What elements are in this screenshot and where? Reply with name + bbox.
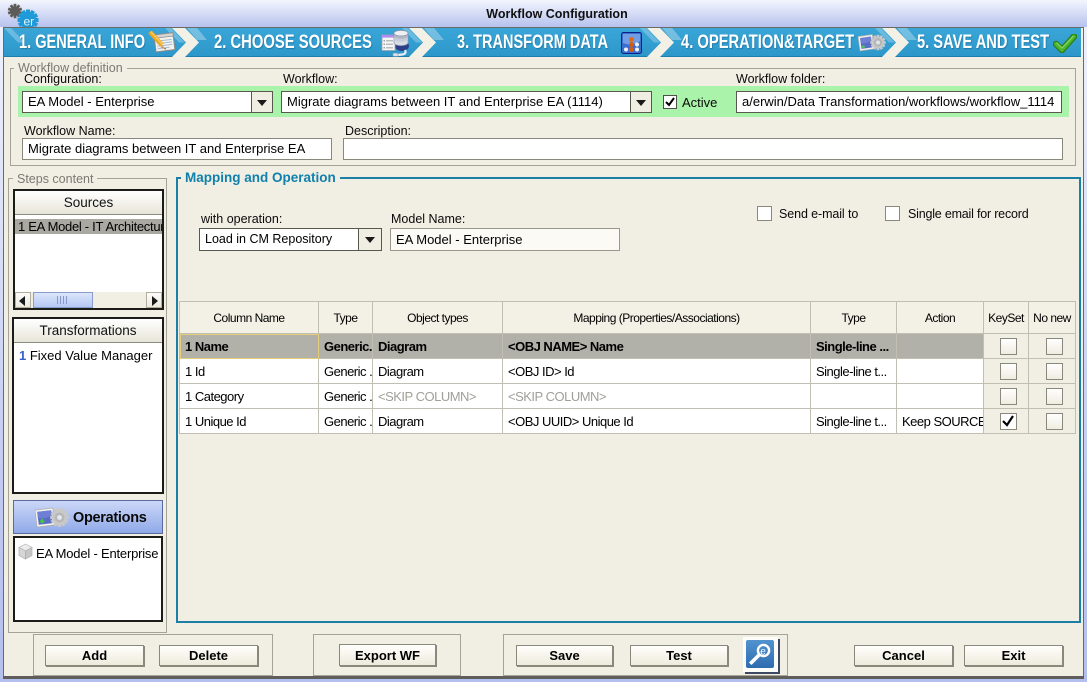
svg-text:e: e	[760, 647, 766, 658]
